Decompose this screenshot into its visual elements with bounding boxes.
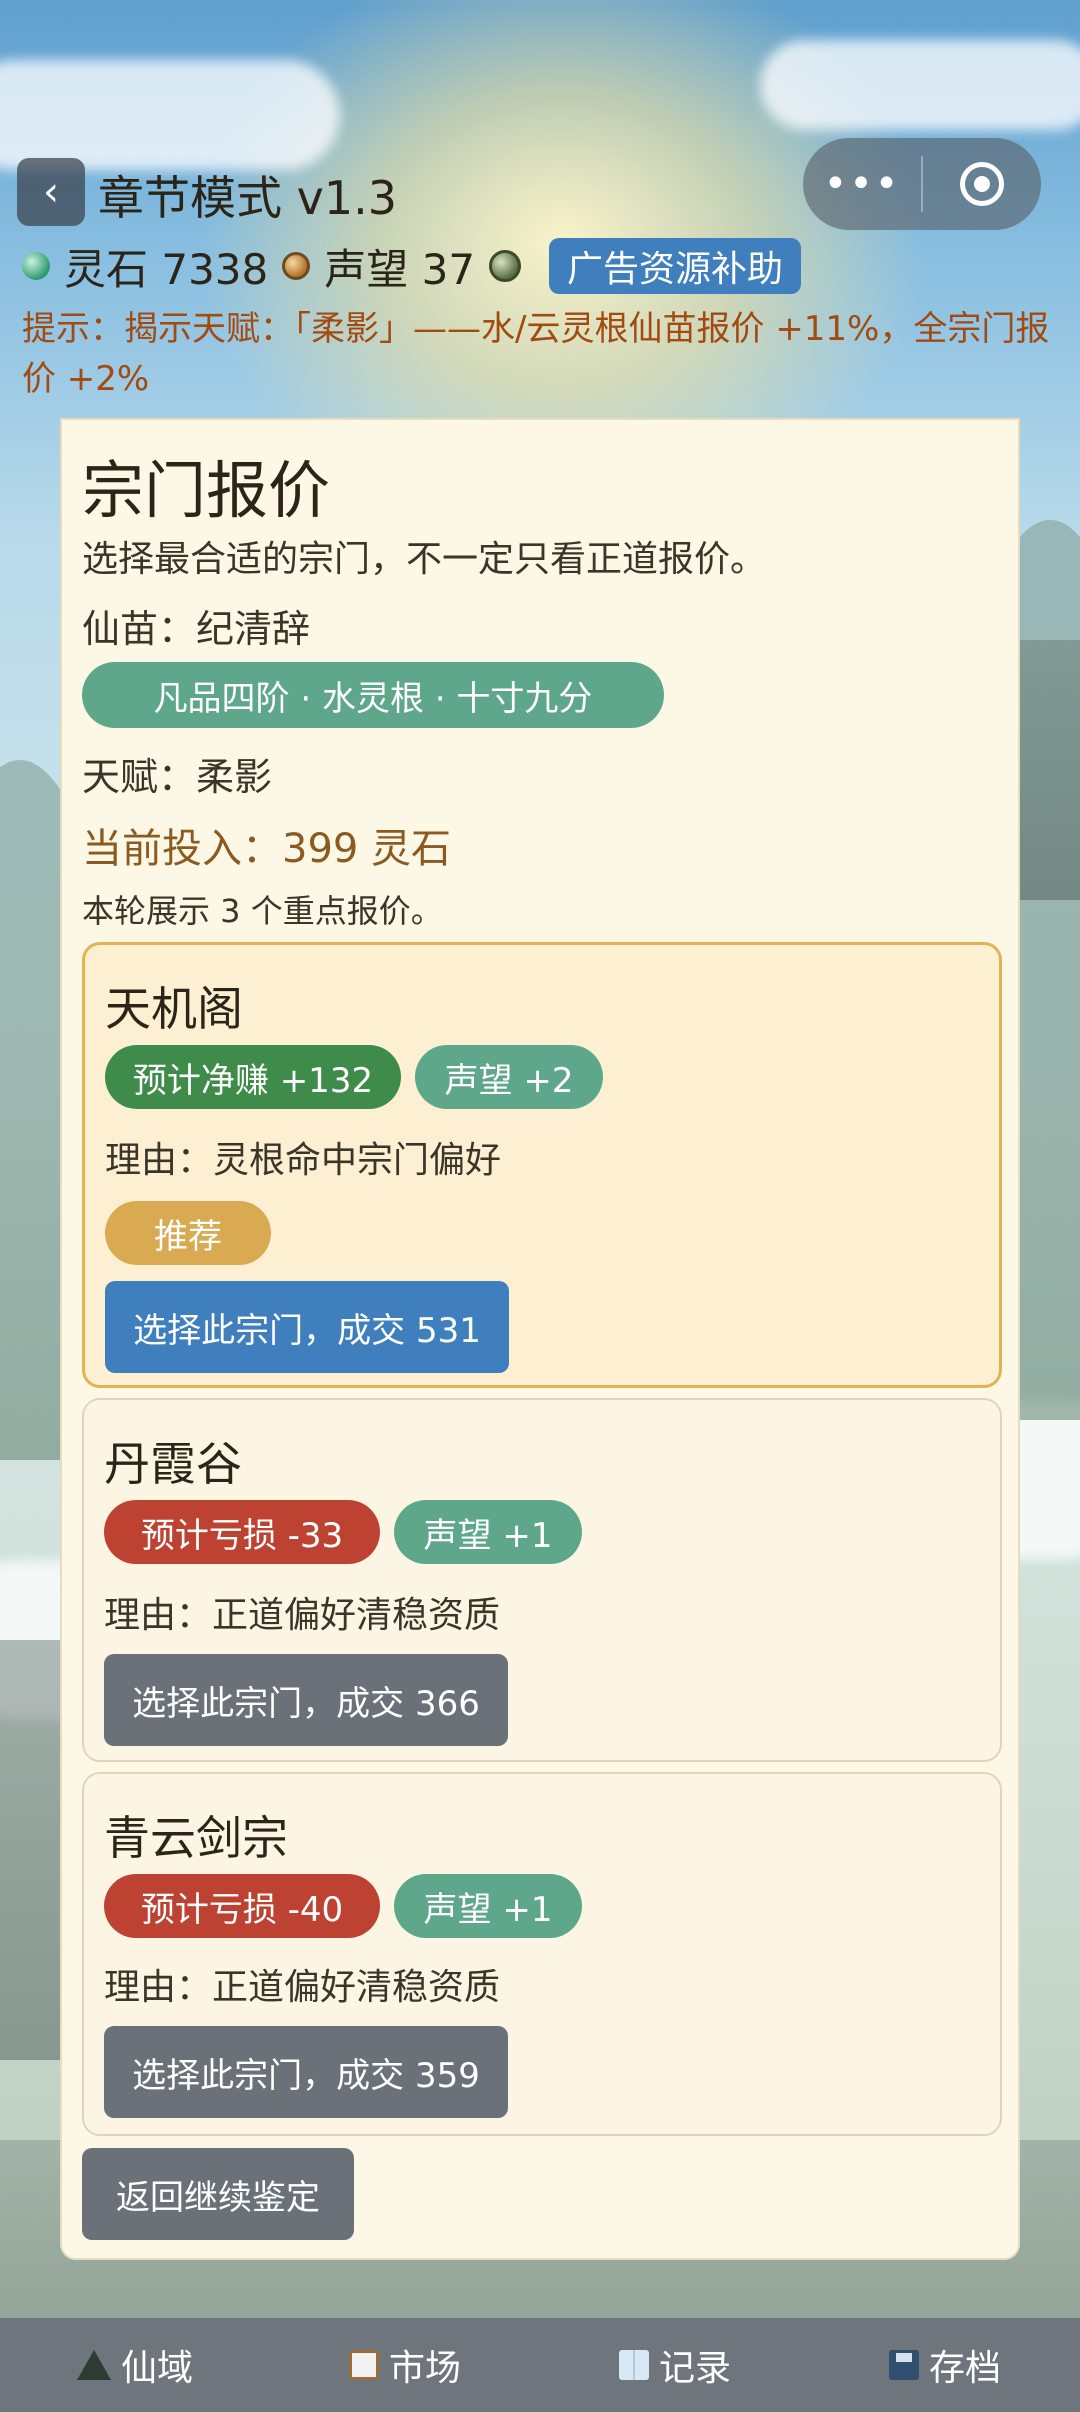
mountain-icon bbox=[76, 2350, 111, 2380]
seedling-name: 仙苗：纪清辞 bbox=[82, 607, 311, 651]
seedling-grade-tag: 凡品四阶 · 水灵根 · 十寸九分 bbox=[82, 662, 664, 728]
nav-label: 市场 bbox=[388, 2348, 461, 2389]
bottom-nav: 仙域 市场 记录 存档 bbox=[0, 2318, 1080, 2412]
spirit-stone-icon bbox=[22, 252, 50, 280]
recommend-badge: 推荐 bbox=[105, 1201, 271, 1265]
sect-name: 丹霞谷 bbox=[104, 1437, 242, 1491]
loss-chip: 预计亏损 -33 bbox=[104, 1500, 380, 1564]
offer-reason: 理由：正道偏好清稳资质 bbox=[104, 1967, 501, 2008]
target-icon bbox=[960, 162, 1004, 206]
loss-chip: 预计亏损 -40 bbox=[104, 1874, 380, 1938]
reputation-counter: 声望 37 bbox=[282, 236, 475, 297]
book-icon bbox=[618, 2350, 649, 2380]
offer-card-danxiagu: 丹霞谷 预计亏损 -33 声望 +1 理由：正道偏好清稳资质 选择此宗门，成交 … bbox=[82, 1398, 1002, 1762]
round-note: 本轮展示 3 个重点报价。 bbox=[82, 892, 443, 930]
chevron-left-icon: ‹ bbox=[43, 169, 59, 215]
panel-title: 宗门报价 bbox=[82, 454, 331, 527]
reputation-value: 声望 37 bbox=[324, 244, 476, 294]
profit-chip: 预计净赚 +132 bbox=[105, 1045, 401, 1109]
floppy-disk-icon bbox=[888, 2350, 919, 2380]
sect-offers-panel: 宗门报价 选择最合适的宗门，不一定只看正道报价。 仙苗：纪清辞 凡品四阶 · 水… bbox=[60, 418, 1020, 2260]
return-button[interactable]: 返回继续鉴定 bbox=[82, 2148, 354, 2240]
mini-program-capsule: ••• bbox=[803, 138, 1041, 230]
offer-card-qingyunjianzong: 青云剑宗 预计亏损 -40 声望 +1 理由：正道偏好清稳资质 选择此宗门，成交… bbox=[82, 1772, 1002, 2136]
nav-label: 记录 bbox=[658, 2348, 731, 2389]
spirit-stone-value: 灵石 7338 bbox=[64, 244, 269, 294]
offer-card-tianjige: 天机阁 预计净赚 +132 声望 +2 理由：灵根命中宗门偏好 推荐 选择此宗门… bbox=[82, 942, 1002, 1388]
current-investment: 当前投入：399 灵石 bbox=[82, 826, 452, 872]
page-title: 章节模式 v1.3 bbox=[98, 171, 397, 225]
nav-item-realm[interactable]: 仙域 bbox=[0, 2318, 270, 2412]
offer-reason: 理由：正道偏好清稳资质 bbox=[104, 1595, 501, 1636]
coin-icon bbox=[489, 250, 522, 282]
back-button[interactable]: ‹ bbox=[17, 158, 85, 226]
reputation-chip: 声望 +1 bbox=[394, 1874, 582, 1938]
choose-sect-button[interactable]: 选择此宗门，成交 531 bbox=[105, 1281, 509, 1373]
sect-name: 天机阁 bbox=[105, 982, 243, 1036]
medal-icon bbox=[282, 252, 311, 280]
close-program-button[interactable] bbox=[923, 162, 1041, 206]
talent-label: 天赋：柔影 bbox=[82, 755, 273, 799]
reputation-chip: 声望 +2 bbox=[415, 1045, 603, 1109]
nav-item-market[interactable]: 市场 bbox=[270, 2318, 540, 2412]
offer-reason: 理由：灵根命中宗门偏好 bbox=[105, 1140, 502, 1181]
nav-label: 仙域 bbox=[120, 2348, 193, 2389]
spirit-stone-counter: 灵石 7338 bbox=[22, 236, 268, 297]
choose-sect-button[interactable]: 选择此宗门，成交 359 bbox=[104, 2026, 508, 2118]
sect-name: 青云剑宗 bbox=[104, 1811, 288, 1865]
more-options-button[interactable]: ••• bbox=[803, 161, 921, 207]
coin-indicator bbox=[489, 250, 535, 282]
nav-item-records[interactable]: 记录 bbox=[540, 2318, 810, 2412]
ad-resource-button[interactable]: 广告资源补助 bbox=[549, 238, 802, 294]
clipboard-icon bbox=[348, 2350, 379, 2380]
panel-description: 选择最合适的宗门，不一定只看正道报价。 bbox=[82, 539, 767, 580]
nav-item-save[interactable]: 存档 bbox=[810, 2318, 1080, 2412]
resource-bar: 灵石 7338 声望 37 广告资源补助 bbox=[22, 236, 802, 297]
choose-sect-button[interactable]: 选择此宗门，成交 366 bbox=[104, 1654, 508, 1746]
talent-hint: 提示：揭示天赋：「柔影」——水/云灵根仙苗报价 +11%，全宗门报价 +2% bbox=[22, 309, 1050, 399]
reputation-chip: 声望 +1 bbox=[394, 1500, 582, 1564]
nav-label: 存档 bbox=[928, 2348, 1001, 2389]
